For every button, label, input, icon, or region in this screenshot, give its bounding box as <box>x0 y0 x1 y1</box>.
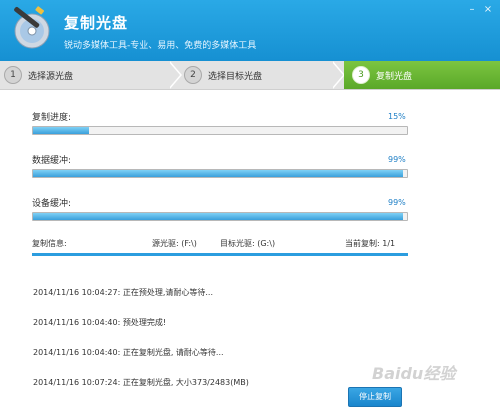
step-divider <box>168 61 180 89</box>
copy-progress-fill <box>33 127 90 134</box>
device-buffer-fill <box>33 213 404 220</box>
step-number: 1 <box>4 66 22 84</box>
current-copy-count: 当前复制: 1/1 <box>345 239 396 248</box>
close-icon[interactable]: × <box>482 4 494 16</box>
copy-info-row: 复制信息: 源光驱: (F:\) 目标光驱: (G:\) 当前复制: 1/1 <box>32 238 408 250</box>
copy-info-label: 复制信息: <box>32 239 67 248</box>
log-line: 2014/11/16 10:04:40: 正在复制光盘, 请耐心等待... <box>33 348 224 357</box>
info-divider <box>32 253 408 256</box>
app-title: 复制光盘 <box>64 14 129 32</box>
copy-progress-bar <box>32 126 408 135</box>
log-line: 2014/11/16 10:04:27: 正在预处理,请耐心等待... <box>33 288 213 297</box>
step-label: 选择目标光盘 <box>208 71 263 82</box>
data-buffer-fill <box>33 170 404 177</box>
stop-copy-button[interactable]: 停止复制 <box>348 387 402 407</box>
step-number: 3 <box>352 66 370 84</box>
log-line: 2014/11/16 10:04:40: 预处理完成! <box>33 318 167 327</box>
data-buffer-bar <box>32 169 408 178</box>
watermark: Baidu经验 <box>372 364 456 383</box>
step-number: 2 <box>184 66 202 84</box>
data-buffer-label: 数据缓冲: <box>32 156 72 166</box>
step-label: 选择源光盘 <box>28 71 74 82</box>
source-drive: 源光驱: (F:\) <box>152 239 197 248</box>
copy-progress-label: 复制进度: <box>32 113 72 123</box>
data-buffer-percent: 99% <box>388 155 406 164</box>
step-select-source: 1 选择源光盘 <box>4 61 168 89</box>
step-select-target: 2 选择目标光盘 <box>184 61 334 89</box>
step-copy-disc-active: 3 复制光盘 <box>344 61 500 89</box>
copy-log: 2014/11/16 10:04:27: 正在预处理,请耐心等待... 2014… <box>33 268 249 408</box>
step-divider <box>331 61 343 89</box>
log-line: 2014/11/16 10:07:24: 正在复制光盘, 大小373/2483(… <box>33 378 249 387</box>
minimize-icon[interactable]: – <box>466 4 478 16</box>
copy-progress-percent: 15% <box>388 112 406 121</box>
window-controls: – × <box>466 4 494 16</box>
title-bar: 复制光盘 锐动多媒体工具-专业、易用、免费的多媒体工具 – × <box>0 0 500 61</box>
step-label: 复制光盘 <box>376 71 413 82</box>
device-buffer-label: 设备缓冲: <box>32 199 72 209</box>
copy-disc-window: 复制光盘 锐动多媒体工具-专业、易用、免费的多媒体工具 – × 1 选择源光盘 … <box>0 0 500 411</box>
device-buffer-percent: 99% <box>388 198 406 207</box>
app-subtitle: 锐动多媒体工具-专业、易用、免费的多媒体工具 <box>64 41 257 51</box>
device-buffer-bar <box>32 212 408 221</box>
disc-wand-icon <box>14 6 50 49</box>
wizard-steps: 1 选择源光盘 2 选择目标光盘 3 复制光盘 <box>0 61 500 90</box>
target-drive: 目标光驱: (G:\) <box>220 239 276 248</box>
